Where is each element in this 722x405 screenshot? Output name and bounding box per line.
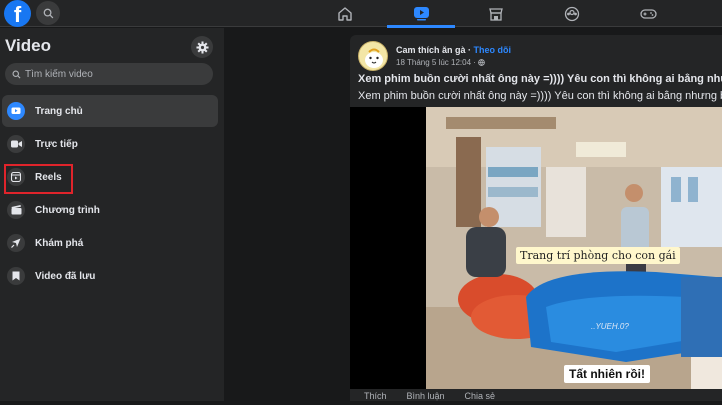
search-icon (43, 8, 53, 18)
nav-home[interactable] (311, 0, 379, 27)
settings-button[interactable] (191, 36, 213, 58)
sidebar-item-saved[interactable]: Video đã lưu (2, 260, 218, 292)
post-actions: Thích Bình luận Chia sẻ (350, 391, 722, 405)
author-avatar[interactable] (358, 41, 388, 71)
video-frame: Trang trí phòng cho con gái ..YUEH.0? Tấ… (426, 107, 722, 389)
sidebar-item-explore[interactable]: Khám phá (2, 227, 218, 259)
follow-link[interactable]: Theo dõi (474, 45, 512, 55)
video-home-icon (7, 102, 25, 120)
gaming-icon (639, 8, 657, 19)
search-icon (12, 69, 21, 78)
post-caption: Xem phim buồn cười nhất ông này =)))) Yê… (358, 90, 722, 102)
explore-icon (7, 234, 25, 252)
author-name[interactable]: Cam thích ăn gà (396, 45, 466, 55)
post-author-line: Cam thích ăn gà · Theo dõi (396, 45, 511, 55)
post-timestamp[interactable]: 18 Tháng 5 lúc 12:04 · (396, 58, 478, 67)
globe-icon (478, 59, 485, 67)
sidebar-item-label: Chương trình (35, 204, 100, 216)
top-navigation-bar: f (0, 0, 722, 28)
sidebar-item-shows[interactable]: Chương trình (2, 194, 218, 226)
sidebar-item-label: Khám phá (35, 237, 84, 249)
groups-icon (564, 6, 580, 21)
nav-video[interactable] (387, 0, 455, 28)
saved-icon (7, 267, 25, 285)
video-sidebar: Video Trang chủ Trực tiếp Reels Chương t… (0, 28, 224, 401)
home-icon (338, 6, 352, 21)
post-meta: 18 Tháng 5 lúc 12:04 · (396, 58, 485, 67)
video-icon (413, 7, 429, 21)
sidebar-item-label: Trực tiếp (35, 138, 78, 150)
sidebar-item-label: Trang chủ (35, 105, 83, 117)
video-subtitle: Trang trí phòng cho con gái (516, 247, 680, 264)
sidebar-title: Video (5, 36, 51, 55)
shows-icon (7, 201, 25, 219)
search-button[interactable] (36, 1, 60, 25)
nav-marketplace[interactable] (462, 0, 530, 27)
live-icon (7, 135, 25, 153)
reels-highlight-box (4, 164, 73, 194)
post-caption-bold: Xem phim buồn cười nhất ông này =)))) Yê… (358, 73, 722, 85)
video-watermark: ..YUEH.0? (591, 322, 629, 331)
nav-gaming[interactable] (614, 0, 682, 27)
gear-icon (195, 40, 209, 54)
sidebar-item-label: Video đã lưu (35, 270, 96, 282)
sidebar-item-live[interactable]: Trực tiếp (2, 128, 218, 160)
video-search-box[interactable] (5, 63, 213, 85)
sidebar-item-home[interactable]: Trang chủ (2, 95, 218, 127)
marketplace-icon (489, 7, 503, 21)
like-button[interactable]: Thích (364, 391, 387, 405)
video-bottom-text: Tất nhiên rồi! (564, 365, 650, 383)
comment-button[interactable]: Bình luận (407, 391, 445, 405)
video-post: Cam thích ăn gà · Theo dõi 18 Tháng 5 lú… (350, 35, 722, 401)
nav-groups[interactable] (538, 0, 606, 27)
separator: · (465, 45, 474, 55)
share-button[interactable]: Chia sẻ (465, 391, 496, 405)
video-search-input[interactable] (25, 68, 195, 80)
facebook-logo[interactable]: f (4, 0, 31, 27)
video-player[interactable]: Trang trí phòng cho con gái ..YUEH.0? Tấ… (350, 107, 722, 389)
